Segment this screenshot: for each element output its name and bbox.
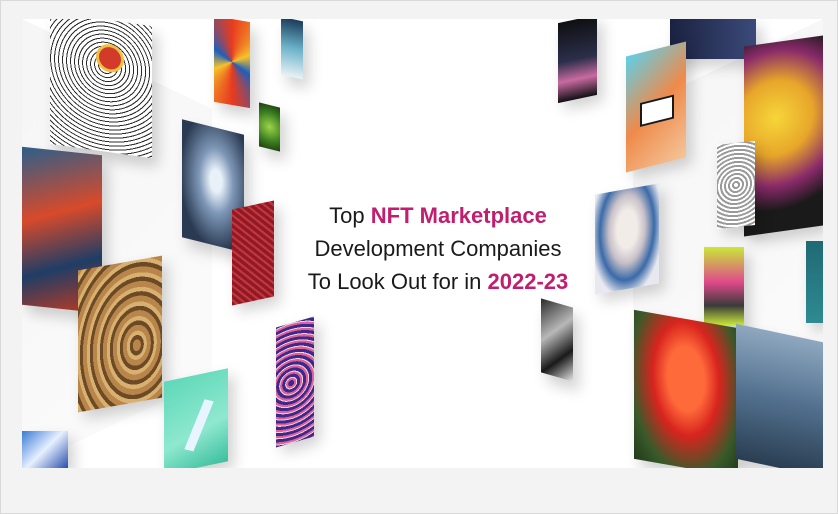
artwork-tile [717, 141, 755, 229]
artwork-tile [22, 431, 68, 468]
headline-accent-nft-marketplace: NFT Marketplace [370, 203, 547, 228]
nft-banner-image: Top NFT Marketplace Development Companie… [22, 19, 823, 468]
artwork-tile [214, 19, 250, 109]
headline-prefix: Top [329, 203, 365, 228]
page-frame: Top NFT Marketplace Development Companie… [0, 0, 838, 514]
artwork-tile [541, 298, 573, 382]
artwork-tile [50, 19, 152, 159]
artwork-tile [626, 41, 686, 173]
headline-line3-prefix: To Look Out for in [307, 269, 482, 294]
artwork-tile [276, 316, 314, 448]
artwork-tile [704, 247, 744, 325]
artwork-tile [78, 255, 162, 413]
bottom-caption-area [22, 468, 823, 513]
artwork-tile [558, 19, 597, 104]
headline-line-2: Development Companies [314, 236, 562, 261]
headline: Top NFT Marketplace Development Companie… [268, 199, 608, 298]
artwork-tile [640, 94, 674, 127]
artwork-tile [736, 323, 823, 468]
headline-line-1: Top NFT Marketplace [268, 199, 608, 232]
headline-accent-year: 2022-23 [487, 269, 569, 294]
artwork-tile [806, 241, 823, 323]
artwork-tile [281, 19, 303, 80]
artwork-tile [744, 35, 823, 237]
artwork-tile [184, 399, 214, 452]
headline-line-3: To Look Out for in 2022-23 [268, 265, 608, 298]
artwork-tile [259, 102, 280, 152]
artwork-tile [634, 309, 738, 468]
artwork-tile [164, 368, 228, 468]
artwork-tile [96, 42, 124, 75]
